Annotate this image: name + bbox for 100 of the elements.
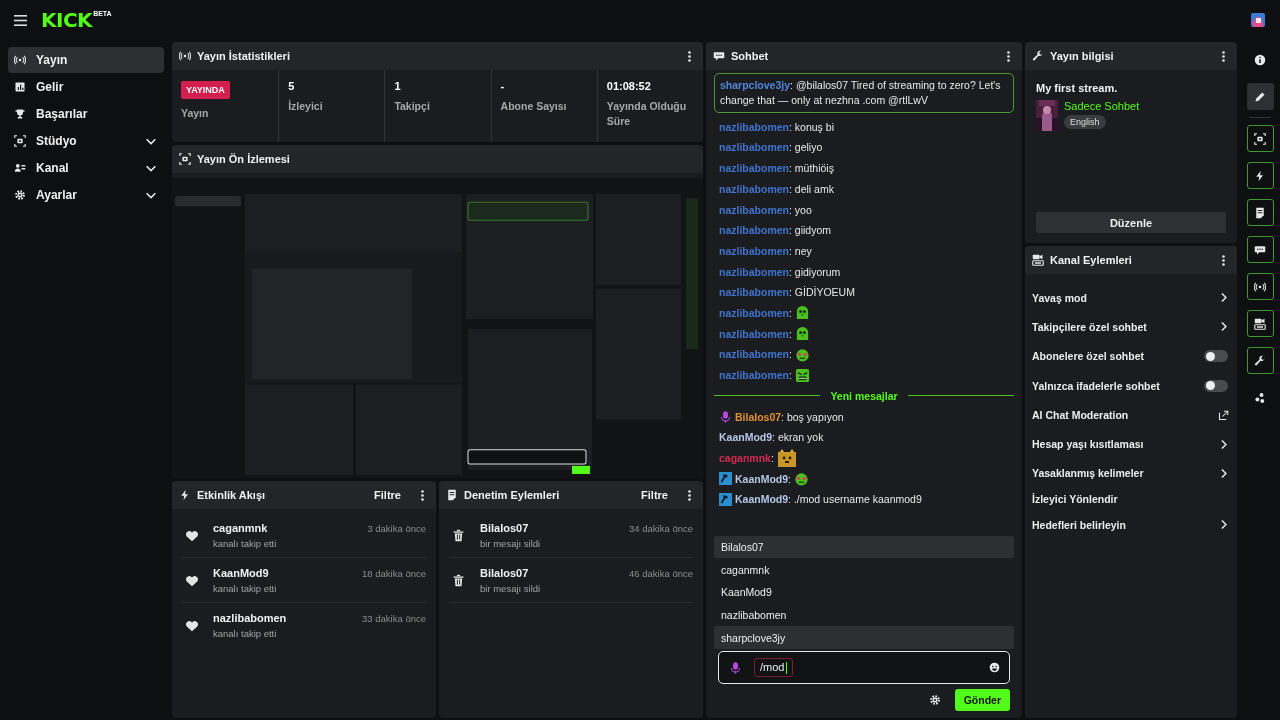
filter-button[interactable]: Filtre [374,489,401,501]
emote-icon [794,471,809,487]
chat-message: nazlibabomen: ney [719,244,812,257]
rail-button[interactable] [1246,83,1274,110]
more-icon[interactable] [688,50,691,62]
screen-capture-icon [1254,132,1266,145]
chat-bubble-icon [1254,243,1266,256]
chat-message: nazlibabomen: gidiyorum [719,265,841,278]
panel-title: Etkinlik Akışı [197,489,267,501]
chat-message: nazlibabomen: [719,306,792,319]
chat-input[interactable]: /mod [718,651,1010,684]
event-user: nazlibabomen [213,612,288,624]
chat-message: KaanMod9: ./mod username kaanmod9 [735,493,922,506]
filter-button[interactable]: Filtre [641,489,668,501]
sidebar-item[interactable]: Ayarlar [8,182,164,208]
action-label[interactable]: Abonelere özel sohbet [1032,350,1145,363]
stat-label: Takipçi [394,99,431,114]
event-time: 3 dakika önce [367,522,426,534]
chat-message: Bilalos07: boş yapıyon [735,410,844,423]
more-icon[interactable] [421,489,424,501]
category-link[interactable]: Sadece Sohbet [1064,100,1140,112]
event-user: caganmnk [213,522,269,534]
action-label[interactable]: Yalnızca ifadelerle sohbet [1032,379,1160,392]
avatar-icon[interactable] [1250,12,1266,28]
logo[interactable]: KICK [41,10,93,30]
settings-icon [14,189,26,201]
chat-message: nazlibabomen: geliyo [719,141,823,154]
camera-icon [1254,317,1266,330]
action-label[interactable]: Hedefleri belirleyin [1032,518,1126,531]
action-label[interactable]: AI Chat Moderation [1032,408,1129,421]
event-user: Bilalos07 [480,522,530,534]
more-icon[interactable] [1222,254,1225,266]
stat-label: Yayında Olduğu Süre [606,99,688,130]
toggle-switch[interactable] [1204,379,1228,392]
chat-bubble-icon [713,50,725,62]
chat-message: nazlibabomen: [719,369,792,382]
action-label[interactable]: Takipçilere özel sohbet [1032,320,1147,333]
sidebar-item[interactable]: Yayın [8,47,164,73]
sidebar-item[interactable]: Kanal [8,155,164,181]
rail-button[interactable] [1246,236,1274,263]
menu-icon[interactable] [14,14,27,26]
event-time: 46 dakika önce [629,567,693,579]
toggle-switch[interactable] [1204,350,1228,363]
trash-icon [452,574,465,587]
screen-capture-icon [179,153,191,165]
event-time: 34 dakika önce [629,522,693,534]
sidebar-item[interactable]: Stüdyo [8,128,164,154]
more-icon[interactable] [1222,50,1225,62]
panel-title: Sohbet [731,50,770,62]
event-action: kanalı takip etti [213,628,278,639]
rail-button[interactable] [1246,162,1274,189]
rail-button[interactable] [1246,310,1274,337]
edit-button[interactable]: Düzenle [1036,212,1226,233]
panel-title: Kanal Eylemleri [1050,254,1133,266]
panel-title: Yayın İstatistikleri [197,50,291,62]
wrench-icon [1032,50,1044,62]
lightning-icon [1254,169,1266,182]
event-action: kanalı takip etti [213,538,278,549]
sidebar-item[interactable]: Başarılar [8,101,164,127]
chat-message: KaanMod9: ekran yok [719,431,824,444]
event-time: 18 dakika önce [362,567,426,579]
action-label[interactable]: İzleyici Yönlendir [1032,493,1118,506]
emote-icon [794,305,810,321]
emoji-icon [989,662,1000,673]
event-user: Bilalos07 [480,567,530,579]
suggestion-item[interactable]: KaanMod9 [714,580,1014,604]
pinned-message: sharpclove3jy: @bilalos07 Tired of streaming to zero? Let's change that — only at nezhna .com @rtlLwV [714,73,1014,114]
rail-button[interactable] [1246,273,1274,300]
broadcast-icon [1254,280,1266,293]
suggestion-item[interactable]: sharpclove3jy [714,626,1014,649]
action-label[interactable]: Yasaklanmış kelimeler [1032,467,1144,480]
stat-value: - [500,80,506,92]
panel-title: Denetim Eylemleri [464,489,561,501]
command-chip: /mod [754,657,794,678]
chat-message: nazlibabomen: [719,327,792,340]
rail-button[interactable] [1246,125,1274,152]
emote-icon [776,448,797,469]
pencil-icon [1254,90,1266,103]
suggestion-item[interactable]: nazlibabomen [714,603,1014,627]
rail-button[interactable] [1246,199,1274,226]
suggestion-item[interactable]: Bilalos07 [714,535,1014,559]
chat-message: nazlibabomen: giidyom [719,224,832,237]
stat-value: 01:08:52 [606,80,652,92]
send-button[interactable]: Gönder [954,689,1010,711]
chat-message: KaanMod9: [735,472,791,485]
chat-message: nazlibabomen: konuş bi [719,120,834,133]
more-icon[interactable] [688,489,691,501]
camera-icon [1032,254,1044,266]
emote-icon [794,346,810,362]
rail-button[interactable] [1246,347,1274,374]
more-icon[interactable] [1007,50,1010,62]
sidebar-item[interactable]: Gelir [8,74,164,100]
info-icon [1254,53,1266,66]
document-icon [1254,206,1266,219]
action-label[interactable]: Hesap yaşı kısıtlaması [1032,438,1144,451]
suggestion-item[interactable]: caganmnk [714,558,1014,581]
trash-icon [452,529,465,542]
new-messages-divider: Yeni mesajlar [830,389,898,402]
document-icon [446,489,458,501]
action-label[interactable]: Yavaş mod [1032,291,1087,304]
